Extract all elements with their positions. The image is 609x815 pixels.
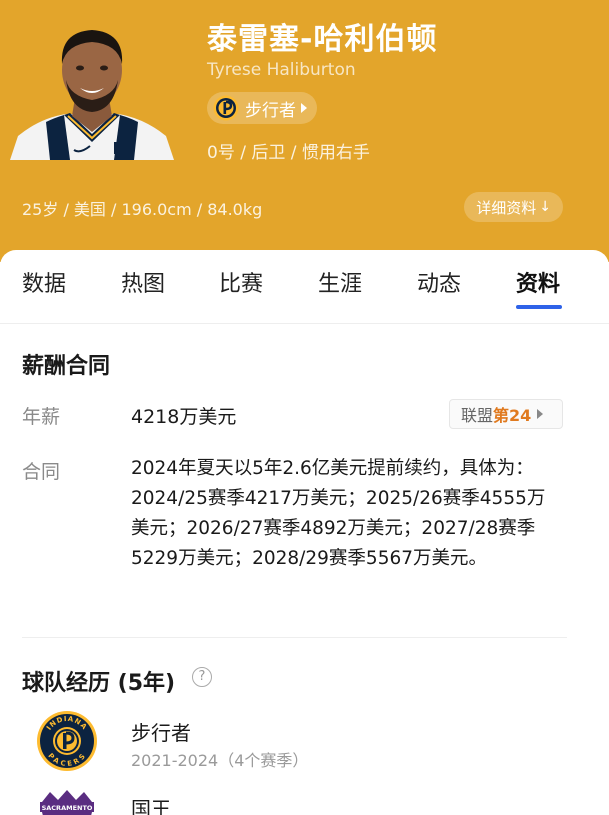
section-divider [22,637,567,638]
annual-salary-label: 年薪 [22,406,61,428]
tab-stats[interactable]: 数据 [22,266,66,298]
kings-logo-icon: SACRAMENTO [40,790,94,815]
player-bio: 25岁 / 美国 / 196.0cm / 84.0kg [22,200,263,219]
annual-salary-value: 4218万美元 [131,406,237,428]
player-name-cn: 泰雷塞-哈利伯顿 [207,22,438,57]
team-history-years: 2021-2024（4个赛季） [131,751,309,770]
player-name-en: Tyrese Haliburton [207,60,356,80]
salary-section-title: 薪酬合同 [22,354,111,379]
chevron-right-icon [537,409,544,419]
contract-text: 2024年夏天以5年2.6亿美元提前续约，具体为：2024/25赛季4217万美… [131,458,546,569]
arrow-down-icon: ↓ [539,199,551,215]
kings-logo-text: SACRAMENTO [42,804,93,812]
player-header: 泰雷塞-哈利伯顿 Tyrese Haliburton 步行者 0号 / 后卫 /… [0,0,609,262]
team-history-name: 国王 [131,797,171,815]
player-avatar [10,14,174,160]
detail-info-label: 详细资料 [476,198,537,217]
tab-profile[interactable]: 资料 [516,266,560,298]
team-link-label: 步行者 [245,100,296,121]
team-history-title: 球队经历 (5年) [22,671,176,696]
pacers-logo-icon [213,95,239,121]
detail-info-button[interactable]: 详细资料 ↓ [464,192,563,222]
tab-bar: 数据 热图 比赛 生涯 动态 资料 [0,250,609,324]
team-link[interactable]: 步行者 [207,92,317,124]
tab-news[interactable]: 动态 [417,266,461,298]
tab-career[interactable]: 生涯 [318,266,362,298]
team-history-name: 步行者 [131,721,191,745]
player-number-position: 0号 / 后卫 / 惯用右手 [207,143,370,163]
pacers-logo-icon: INDIANA PACERS [37,711,97,771]
help-circle-icon[interactable]: ? [192,667,212,687]
contract-label: 合同 [22,461,61,483]
tab-heatmap[interactable]: 热图 [121,266,165,298]
league-rank-prefix: 联盟 [461,406,494,425]
league-rank-button[interactable]: 联盟 第24 [449,399,563,429]
tab-games[interactable]: 比赛 [219,266,263,298]
chevron-right-icon [301,103,307,113]
active-tab-indicator [516,305,562,309]
league-rank-value: 第24 [493,406,532,425]
